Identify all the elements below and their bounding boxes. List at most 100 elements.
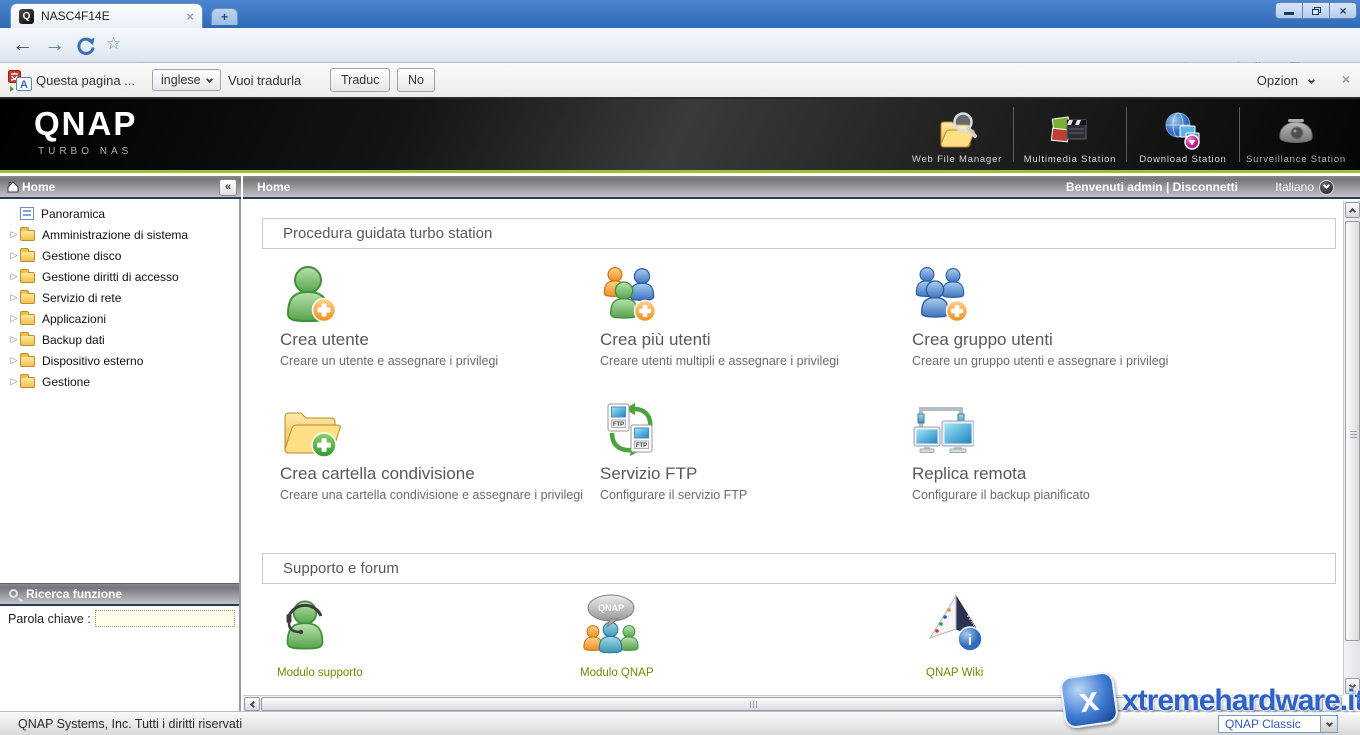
minimize-icon	[1284, 12, 1294, 15]
qnap-wiki-icon: Wiki i	[926, 593, 986, 657]
google-translate-icon: A	[8, 70, 32, 97]
wizard-section-title: Procedura guidata turbo station	[262, 218, 1336, 249]
sidebar-item-panoramica[interactable]: Panoramica	[0, 203, 239, 224]
language-selector-button[interactable]	[1319, 180, 1334, 195]
web-file-manager-icon	[937, 111, 977, 151]
sidebar-item-gestione-disco[interactable]: ▷ Gestione disco	[0, 245, 239, 266]
wizard-item-crea-gruppo[interactable]: Crea gruppo utenti Creare un gruppo uten…	[912, 265, 1220, 368]
scroll-left-button[interactable]	[244, 697, 260, 711]
translate-bar: A Questa pagina ... inglese Vuoi tradurl…	[0, 63, 1360, 99]
sidebar: Panoramica ▷ Amministrazione di sistema …	[0, 176, 241, 711]
wizard-item-desc: Creare un gruppo utenti e assegnare i pr…	[912, 354, 1220, 368]
wizard-item-cartella[interactable]: Crea cartella condivisione Creare una ca…	[280, 401, 588, 502]
options-chevron-icon[interactable]	[1309, 78, 1314, 87]
svg-text:FTP: FTP	[636, 443, 647, 449]
expander-icon[interactable]: ▷	[8, 271, 20, 282]
minimize-button[interactable]	[1275, 2, 1303, 19]
support-item-label[interactable]: Modulo supporto	[277, 667, 497, 679]
svg-text:A: A	[20, 79, 28, 91]
translate-bar-close-icon[interactable]: ×	[1342, 71, 1350, 87]
tree-label: Panoramica	[41, 207, 105, 221]
sidebar-item-amministrazione[interactable]: ▷ Amministrazione di sistema	[0, 224, 239, 245]
language-dropdown-value: inglese	[161, 73, 201, 87]
tree-label: Servizio di rete	[42, 291, 121, 305]
multimedia-station-icon	[1050, 111, 1090, 151]
forward-button[interactable]: →	[44, 31, 65, 59]
logout-link[interactable]: Disconnetti	[1173, 180, 1238, 194]
expander-icon[interactable]: ▷	[8, 292, 20, 303]
function-search-header: Ricerca funzione	[0, 583, 239, 606]
xtremehardware-logo-icon: x	[1059, 670, 1120, 729]
support-section-title: Supporto e forum	[262, 553, 1336, 584]
window-controls: ×	[1276, 2, 1357, 19]
bookmark-star-icon[interactable]: ☆	[106, 34, 121, 54]
wizard-item-title[interactable]: Crea più utenti	[600, 330, 908, 350]
back-button[interactable]: ←	[12, 31, 33, 59]
new-tab-button[interactable]: +	[211, 8, 238, 25]
expander-icon[interactable]: ▷	[8, 376, 20, 387]
wizard-item-desc: Creare una cartella condivisione e asseg…	[280, 488, 588, 502]
collapse-sidebar-button[interactable]: «	[219, 179, 237, 196]
wizard-item-title[interactable]: Crea utente	[280, 330, 588, 350]
keyword-input[interactable]	[95, 610, 235, 627]
wizard-item-crea-piu-utenti[interactable]: Crea più utenti Creare utenti multipli e…	[600, 265, 908, 368]
qnap-logo: QNAP	[34, 105, 137, 143]
support-item-label[interactable]: Modulo QNAP	[580, 667, 800, 679]
sidebar-item-dispositivo-esterno[interactable]: ▷ Dispositivo esterno	[0, 350, 239, 371]
support-item-modulo-supporto[interactable]: Modulo supporto	[277, 593, 497, 679]
wizard-item-title[interactable]: Crea gruppo utenti	[912, 330, 1220, 350]
main-panel: Procedura guidata turbo station Crea ute…	[243, 176, 1360, 711]
expander-icon[interactable]: ▷	[8, 313, 20, 324]
expander-icon[interactable]: ▷	[8, 250, 20, 261]
close-button[interactable]: ×	[1329, 2, 1357, 19]
translate-button[interactable]: Traduc	[330, 68, 390, 92]
station-download[interactable]: Download Station	[1127, 99, 1239, 170]
download-station-icon	[1163, 111, 1203, 151]
wizard-item-title[interactable]: Servizio FTP	[600, 464, 908, 484]
sidebar-header: Home «	[0, 176, 241, 199]
navigation-tree: Panoramica ▷ Amministrazione di sistema …	[0, 203, 239, 392]
sidebar-item-applicazioni[interactable]: ▷ Applicazioni	[0, 308, 239, 329]
wizard-item-crea-utente[interactable]: Crea utente Creare un utente e assegnare…	[280, 265, 588, 368]
station-shortcuts: Web File Manager Multimedia Station	[901, 99, 1352, 170]
folder-icon	[20, 314, 35, 325]
station-multimedia[interactable]: Multimedia Station	[1014, 99, 1126, 170]
restore-button[interactable]	[1302, 2, 1330, 19]
wizard-item-replica[interactable]: Replica remota Configurare il backup pia…	[912, 401, 1220, 502]
folder-icon	[20, 293, 35, 304]
support-item-modulo-qnap[interactable]: QNAP Modulo QNAP	[580, 593, 800, 679]
scroll-up-button[interactable]	[1345, 202, 1360, 218]
tree-label: Applicazioni	[42, 312, 106, 326]
expander-icon[interactable]: ▷	[8, 355, 20, 366]
wizard-item-title[interactable]: Crea cartella condivisione	[280, 464, 588, 484]
vertical-scrollbar[interactable]	[1343, 201, 1360, 695]
sidebar-item-diritti-accesso[interactable]: ▷ Gestione diritti di accesso	[0, 266, 239, 287]
folder-icon	[20, 230, 35, 241]
browser-tab[interactable]: Q NASC4F14E ×	[10, 3, 203, 28]
language-dropdown[interactable]: inglese	[152, 69, 221, 91]
expander-icon[interactable]: ▷	[8, 229, 20, 240]
sidebar-item-servizio-rete[interactable]: ▷ Servizio di rete	[0, 287, 239, 308]
sidebar-item-backup-dati[interactable]: ▷ Backup dati	[0, 329, 239, 350]
vertical-scrollbar-thumb[interactable]	[1345, 221, 1360, 641]
expander-icon[interactable]: ▷	[8, 334, 20, 345]
translate-message: Questa pagina ...	[36, 73, 135, 88]
welcome-text: Benvenuti admin | Disconnetti	[1066, 180, 1238, 194]
close-icon: ×	[1339, 4, 1346, 18]
options-menu[interactable]: Opzion	[1257, 73, 1298, 88]
sidebar-item-gestione[interactable]: ▷ Gestione	[0, 371, 239, 392]
tab-close-icon[interactable]: ×	[186, 10, 194, 23]
wizard-item-title[interactable]: Replica remota	[912, 464, 1220, 484]
wizard-item-ftp[interactable]: FTP FTP Servizio FTP Configurare il serv…	[600, 401, 908, 502]
wizard-item-desc: Configurare il backup pianificato	[912, 488, 1220, 502]
station-web-file-manager[interactable]: Web File Manager	[901, 99, 1013, 170]
reload-button[interactable]	[74, 35, 96, 62]
station-surveillance[interactable]: Surveillance Station	[1240, 99, 1352, 170]
tab-strip: Q NASC4F14E × + ×	[0, 0, 1360, 28]
support-item-qnap-wiki[interactable]: Wiki i QNAP Wiki	[926, 593, 1146, 679]
qnap-header: QNAP TURBO NAS Web File Manager	[0, 99, 1360, 173]
no-button[interactable]: No	[397, 68, 435, 92]
copyright-text: QNAP Systems, Inc. Tutti i diritti riser…	[18, 717, 242, 731]
svg-text:QNAP: QNAP	[598, 603, 624, 613]
tab-title: NASC4F14E	[41, 9, 186, 23]
